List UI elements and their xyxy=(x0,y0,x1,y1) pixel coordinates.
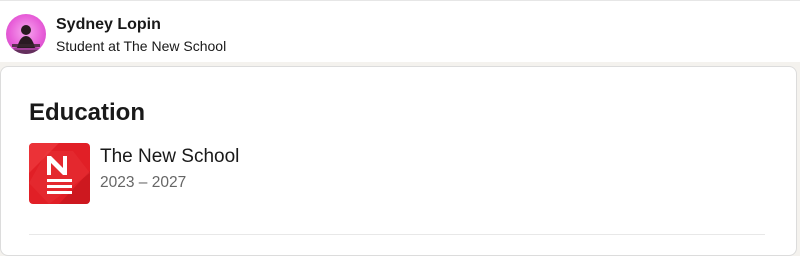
new-school-logo-icon[interactable] xyxy=(29,143,90,204)
section-title: Education xyxy=(29,99,146,126)
education-section: Education The New School 2023 – 2027 xyxy=(0,66,797,256)
profile-photo-icon xyxy=(10,25,42,54)
profile-name[interactable]: Sydney Lopin xyxy=(56,16,161,34)
education-item[interactable]: The New School 2023 – 2027 xyxy=(29,143,769,205)
avatar[interactable] xyxy=(6,14,46,54)
divider xyxy=(29,234,765,235)
school-dates: 2023 – 2027 xyxy=(100,174,187,191)
sticky-profile-bar: Sydney Lopin Student at The New School xyxy=(0,0,800,62)
profile-headline: Student at The New School xyxy=(56,38,227,54)
school-name[interactable]: The New School xyxy=(100,146,239,168)
